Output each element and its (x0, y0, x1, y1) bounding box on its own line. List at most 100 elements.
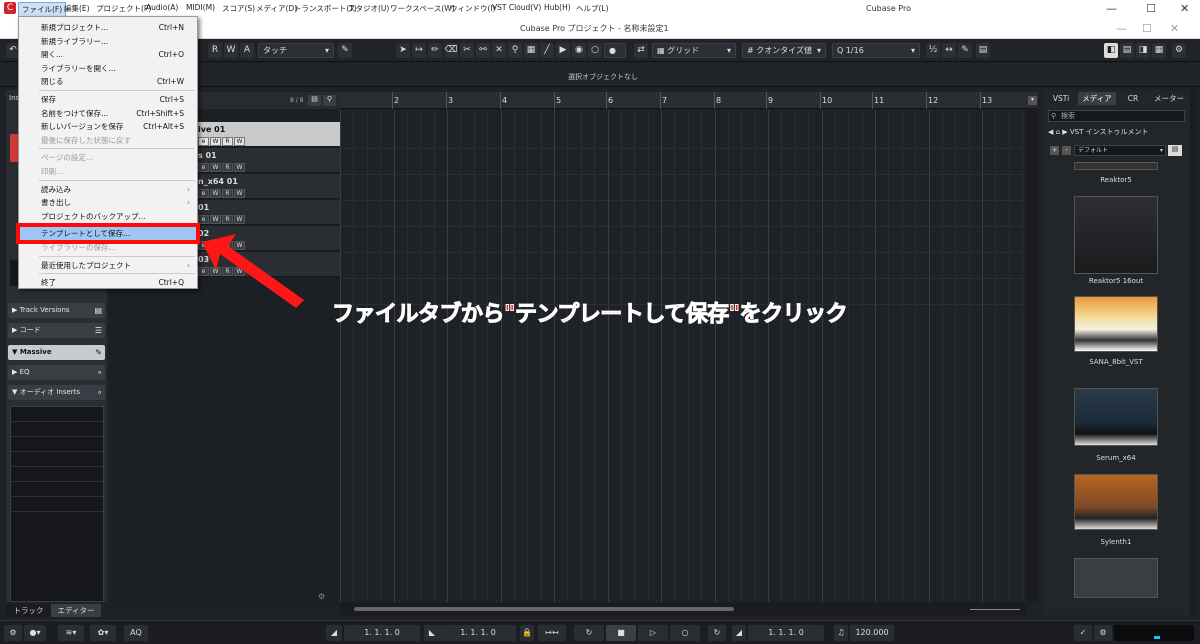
track-r-button[interactable]: R (222, 137, 233, 146)
file-menu-item[interactable]: テンプレートとして保存... (16, 223, 200, 245)
stop-button[interactable]: ■ (606, 625, 636, 641)
sync-settings-icon[interactable]: ⚙ (1094, 625, 1112, 641)
menu-file[interactable]: ファイル(F) (18, 2, 67, 17)
play-tool-icon[interactable]: ▶ (556, 43, 570, 58)
settings-gear-icon[interactable]: ⚙ (1172, 43, 1186, 58)
horizontal-scrollbar[interactable] (340, 602, 1026, 616)
file-menu-item[interactable]: 最近使用したプロジェクト › (20, 259, 196, 272)
right-locator-icon[interactable]: ◣ (424, 625, 440, 641)
track-w-button[interactable]: W (210, 163, 221, 172)
pencil-tool-icon[interactable]: ✏ (428, 43, 442, 58)
tempo-track-icon[interactable]: ♫ (834, 625, 848, 641)
layout-icon[interactable]: ▦ (1152, 43, 1166, 58)
file-menu-item[interactable]: 終了 Ctrl+Q (20, 276, 196, 289)
play-button[interactable]: ▷ (638, 625, 668, 641)
plugin-name[interactable]: SANA_8bit_VST (1072, 358, 1160, 366)
project-maximize-icon[interactable]: ☐ (1142, 22, 1152, 35)
plugin-thumbnail[interactable] (1074, 296, 1158, 352)
insert-slot[interactable] (11, 437, 103, 452)
rack-scrollbar[interactable] (1190, 90, 1196, 615)
record-mode-icon[interactable]: ●▾ (24, 625, 46, 641)
menu-window[interactable]: ウィンドウ(I) (450, 3, 496, 14)
rack-tab-meter[interactable]: メーター (1150, 92, 1188, 105)
automation-panel-button[interactable]: A (240, 43, 254, 58)
close-icon[interactable]: ✕ (1180, 2, 1189, 15)
plugin-thumbnail[interactable] (1074, 558, 1158, 598)
drumstick-tool-icon[interactable]: ○ (588, 43, 602, 58)
track-list-view-icon[interactable]: ▤ (308, 95, 321, 106)
color-tool-icon[interactable]: ◉ (572, 43, 586, 58)
quantize-edit-icon[interactable]: ✎ (958, 43, 972, 58)
comp-tool-icon[interactable]: ▦ (524, 43, 538, 58)
add-preset-icon[interactable]: + (1050, 146, 1059, 155)
settings-icon[interactable]: ⚙ (4, 625, 22, 641)
range-tool-icon[interactable]: ↦ (412, 43, 426, 58)
insert-slot[interactable] (11, 497, 103, 512)
file-menu-item[interactable]: 閉じる Ctrl+W (20, 75, 196, 88)
track-w-button[interactable]: W (210, 137, 221, 146)
menu-score[interactable]: スコア(S) (222, 3, 255, 14)
quantize-value-select[interactable]: Q 1/16 ▾ (832, 43, 920, 58)
rack-search-input[interactable]: ⚲ 検索 (1048, 110, 1185, 122)
section-chord[interactable]: ▶ コード ☰ (8, 323, 105, 338)
track-list-settings-icon[interactable]: ⚙ (318, 592, 325, 601)
file-menu-item[interactable]: 新規ライブラリー... (20, 35, 196, 48)
menu-vst-cloud[interactable]: VST Cloud(V) (492, 3, 541, 12)
eraser-tool-icon[interactable]: ⌫ (444, 43, 458, 58)
lock-icon[interactable]: 🔒 (520, 625, 534, 641)
window-layout-icon[interactable]: ▤ (976, 43, 990, 58)
plugin-thumbnail[interactable] (1074, 388, 1158, 446)
vertical-scrollbar[interactable] (1026, 110, 1038, 602)
aq-button[interactable]: AQ (124, 625, 148, 641)
ruler-menu-icon[interactable]: ▾ (1028, 96, 1037, 105)
track-edit-button[interactable]: e (198, 189, 209, 198)
home-icon[interactable]: ⌂ ▶ (1056, 128, 1070, 136)
preset-browser-icon[interactable]: ▤ (1168, 145, 1182, 156)
rack-tab-cr[interactable]: CR (1118, 92, 1148, 105)
file-menu-item[interactable]: ライブラリーを開く... (20, 62, 196, 75)
preset-select[interactable]: デフォルト ▾ (1074, 145, 1166, 156)
track-search-icon[interactable]: ⚲ (323, 95, 336, 106)
track-write-button[interactable]: W (234, 189, 245, 198)
glue-tool-icon[interactable]: ⚯ (476, 43, 490, 58)
plugin-name[interactable]: Reaktor5 16out (1072, 277, 1160, 285)
left-locator-display[interactable]: 1. 1. 1. 0 (344, 625, 420, 641)
plugin-name[interactable]: Reaktor5 (1072, 176, 1160, 184)
file-menu-item[interactable]: 新規プロジェクト... Ctrl+N (20, 21, 196, 34)
menu-help[interactable]: ヘルプ(L) (576, 3, 609, 14)
menu-media[interactable]: メディア(D) (256, 3, 297, 14)
section-massive[interactable]: ▼ Massive ✎ (8, 345, 105, 360)
right-locator-display[interactable]: 1. 1. 1. 0 (440, 625, 516, 641)
insert-slot[interactable] (11, 482, 103, 497)
file-menu-item[interactable]: 読み込み › (20, 183, 196, 196)
pointer-tool-icon[interactable]: ➤ (396, 43, 410, 58)
show-left-zone-icon[interactable]: ◧ (1104, 43, 1118, 58)
automation-mode-select[interactable]: タッチ ▾ (258, 43, 334, 58)
file-menu-item[interactable]: 名前をつけて保存... Ctrl+Shift+S (20, 107, 196, 120)
menu-audio[interactable]: Audio(A) (146, 3, 178, 12)
menu-workspace[interactable]: ワークスペース(W) (390, 3, 455, 14)
file-menu-item[interactable]: プロジェクトのバックアップ... (20, 210, 196, 223)
ruler[interactable]: 2 3 4 5 6 7 8 9 10 11 12 13 (340, 92, 1038, 109)
section-audio-inserts[interactable]: ▼ オーディオ Inserts ∘ (8, 385, 105, 400)
waveform-icon[interactable]: ≋▾ (58, 625, 84, 641)
tab-editor[interactable]: エディター (51, 604, 101, 617)
left-locator-icon[interactable]: ◢ (326, 625, 342, 641)
menu-midi[interactable]: MIDI(M) (186, 3, 215, 12)
tab-track[interactable]: トラック (6, 604, 51, 617)
track-r-button[interactable]: R (222, 215, 233, 224)
zoom-tool-icon[interactable]: ⚲ (508, 43, 522, 58)
menu-project[interactable]: プロジェクト(P) (96, 3, 151, 14)
project-close-icon[interactable]: ✕ (1170, 22, 1179, 35)
project-minimize-icon[interactable]: — (1116, 22, 1127, 35)
iterative-quantize-icon[interactable]: ½ (926, 43, 940, 58)
minimize-icon[interactable]: — (1106, 2, 1117, 15)
menu-studio[interactable]: スタジオ(U) (348, 3, 389, 14)
back-icon[interactable]: ◀ (1048, 128, 1056, 136)
position-display[interactable]: 1. 1. 1. 0 (748, 625, 824, 641)
track-r-button[interactable]: R (222, 189, 233, 198)
plugin-thumbnail[interactable] (1074, 196, 1158, 274)
insert-slot[interactable] (11, 452, 103, 467)
rack-tab-vsti[interactable]: VSTi (1046, 92, 1076, 105)
mute-tool-icon[interactable]: ✕ (492, 43, 506, 58)
